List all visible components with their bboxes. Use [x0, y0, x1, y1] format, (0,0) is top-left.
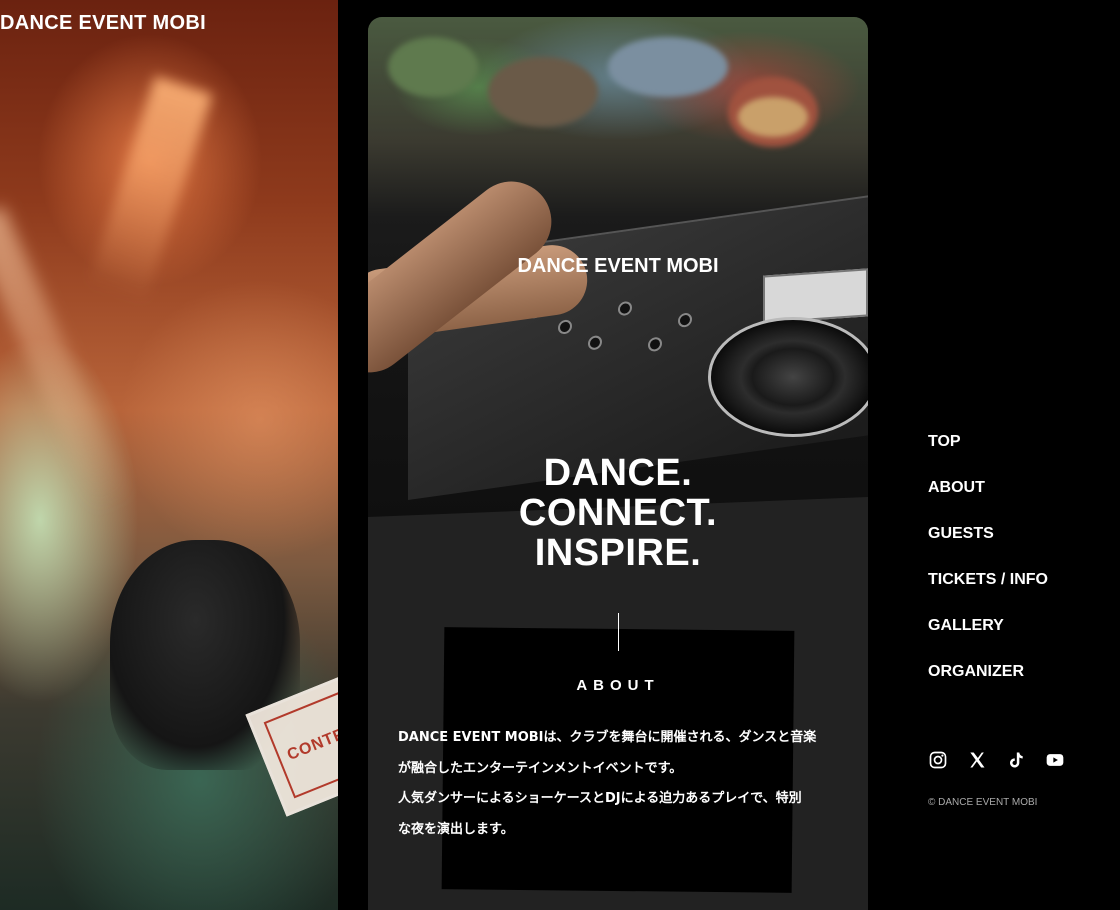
about-text-line: DANCE EVENT MOBIは、クラブを舞台に開催される、ダンスと音楽: [398, 730, 817, 745]
tagline-line: CONNECT.: [518, 492, 718, 534]
mixer-knob: [618, 300, 632, 317]
tagline-line: DANCE.: [543, 452, 693, 494]
mixer-knob: [558, 318, 572, 335]
tiktok-icon[interactable]: [1006, 750, 1026, 770]
nav-item-tickets-info[interactable]: TICKETS / INFO: [928, 570, 1108, 616]
main-card: DANCE EVENT MOBI DANCE. CONNECT. INSPIRE…: [368, 17, 868, 910]
nav-item-about[interactable]: ABOUT: [928, 478, 1108, 524]
about-text-line: な夜を演出します。: [398, 821, 514, 837]
stage-light-beam: [87, 76, 213, 304]
crowd-blur: [388, 37, 478, 97]
instagram-icon[interactable]: [928, 750, 948, 770]
page: CONTR DANCE EVENT MOBI DANCE EVENT MOBI …: [0, 0, 1120, 910]
mixer-knob: [648, 336, 662, 353]
nav-item-gallery[interactable]: GALLERY: [928, 616, 1108, 662]
youtube-icon[interactable]: [1045, 750, 1065, 770]
straw-hat: [738, 97, 808, 137]
nav-item-organizer[interactable]: ORGANIZER: [928, 662, 1108, 708]
about-text-line: 人気ダンサーによるショーケースとDJによる迫力あるプレイで、特別: [398, 791, 802, 806]
hero-tagline: DANCE. CONNECT. INSPIRE.: [368, 453, 868, 573]
left-hero-photo: CONTR: [0, 0, 338, 910]
hero-logo: DANCE EVENT MOBI: [517, 255, 719, 277]
section-divider: [618, 613, 619, 651]
social-links: [928, 750, 1065, 770]
mixer-knob: [588, 334, 602, 351]
x-icon[interactable]: [967, 750, 987, 770]
main-navigation: TOP ABOUT GUESTS TICKETS / INFO GALLERY …: [928, 432, 1108, 708]
cdj-platter: [708, 317, 868, 437]
mixer-knob: [678, 312, 692, 329]
about-description: DANCE EVENT MOBIは、クラブを舞台に開催される、ダンスと音楽 が融…: [398, 723, 848, 845]
crowd-blur: [488, 57, 598, 127]
about-heading: ABOUT: [576, 677, 660, 694]
copyright: © DANCE EVENT MOBI: [928, 797, 1038, 808]
about-text-line: が融合したエンターテインメントイベントです。: [398, 760, 683, 776]
nav-item-top[interactable]: TOP: [928, 432, 1108, 478]
nav-item-guests[interactable]: GUESTS: [928, 524, 1108, 570]
tagline-line: INSPIRE.: [534, 532, 702, 574]
container-sign-text: CONTR: [263, 691, 338, 799]
crowd-blur: [608, 37, 728, 97]
site-logo[interactable]: DANCE EVENT MOBI: [0, 12, 206, 35]
